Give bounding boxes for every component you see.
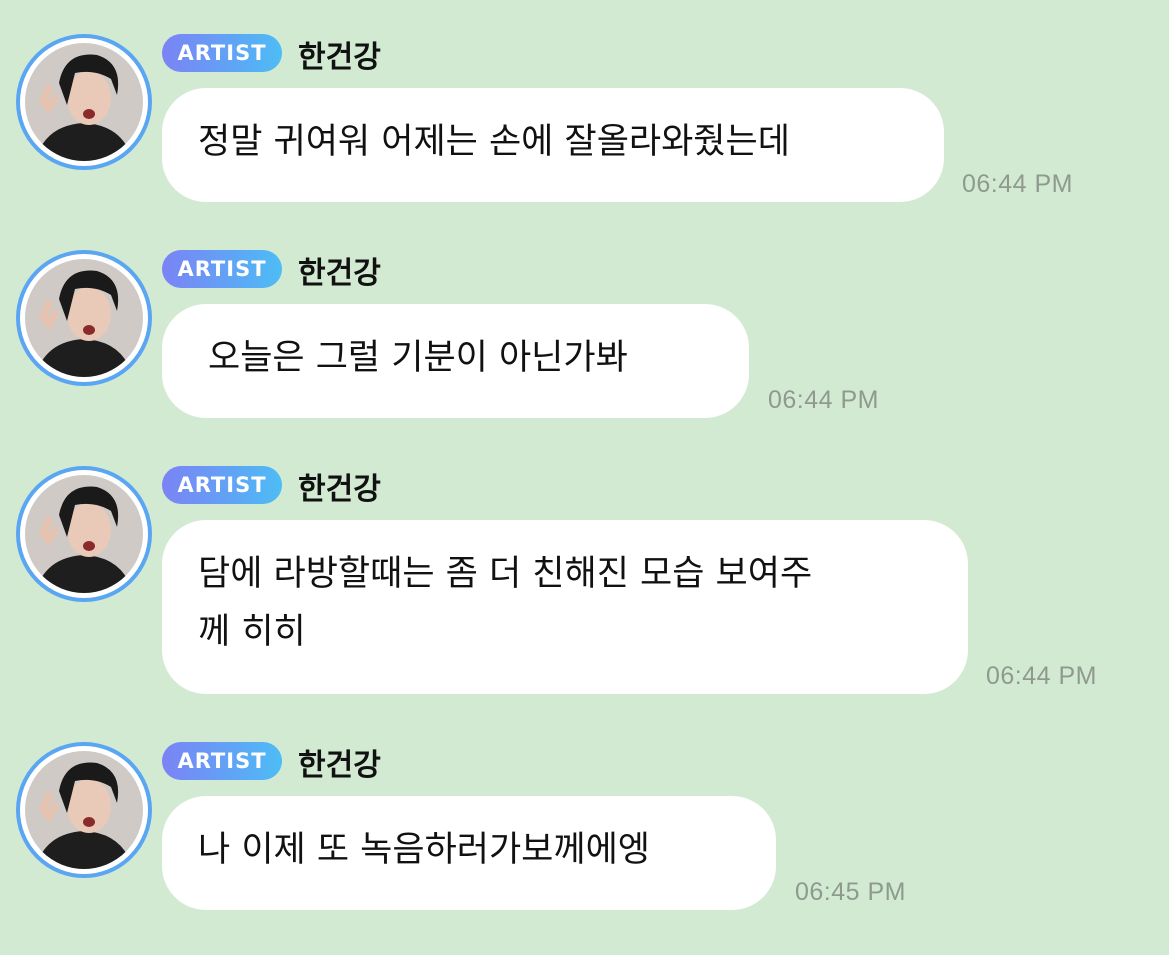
avatar[interactable]	[16, 34, 152, 170]
chat-thread: ARTIST 한건강 정말 귀여워 어제는 손에 잘올라와줬는데 06:44 P…	[0, 0, 1169, 955]
sender-name: 한건강	[298, 748, 381, 783]
message-time: 06:44 PM	[986, 662, 1098, 690]
message-text: 나 이제 또 녹음하러가보께에엥	[198, 830, 650, 870]
sender-name: 한건강	[298, 40, 381, 75]
artist-badge: ARTIST	[162, 742, 282, 780]
message-time: 06:44 PM	[962, 170, 1074, 198]
avatar[interactable]	[16, 250, 152, 386]
profile-photo	[25, 43, 143, 161]
avatar[interactable]	[16, 742, 152, 878]
message-bubble[interactable]: 나 이제 또 녹음하러가보께에엥	[162, 796, 776, 910]
profile-photo	[25, 475, 143, 593]
sender-name: 한건강	[298, 256, 381, 291]
artist-badge: ARTIST	[162, 466, 282, 504]
message-bubble[interactable]: 오늘은 그럴 기분이 아닌가봐	[162, 304, 749, 418]
message-bubble[interactable]: 담에 라방할때는 좀 더 친해진 모습 보여주 께 히히	[162, 520, 968, 694]
message-bubble[interactable]: 정말 귀여워 어제는 손에 잘올라와줬는데	[162, 88, 944, 202]
artist-badge: ARTIST	[162, 34, 282, 72]
avatar[interactable]	[16, 466, 152, 602]
profile-photo	[25, 259, 143, 377]
message-text-line: 담에 라방할때는 좀 더 친해진 모습 보여주	[198, 554, 813, 594]
sender-name: 한건강	[298, 472, 381, 507]
message-time: 06:44 PM	[768, 386, 880, 414]
profile-photo	[25, 751, 143, 869]
message-text-line: 께 히히	[198, 612, 306, 652]
message-text: 정말 귀여워 어제는 손에 잘올라와줬는데	[198, 122, 790, 162]
message-time: 06:45 PM	[795, 878, 907, 906]
artist-badge: ARTIST	[162, 250, 282, 288]
message-text: 오늘은 그럴 기분이 아닌가봐	[208, 338, 628, 378]
